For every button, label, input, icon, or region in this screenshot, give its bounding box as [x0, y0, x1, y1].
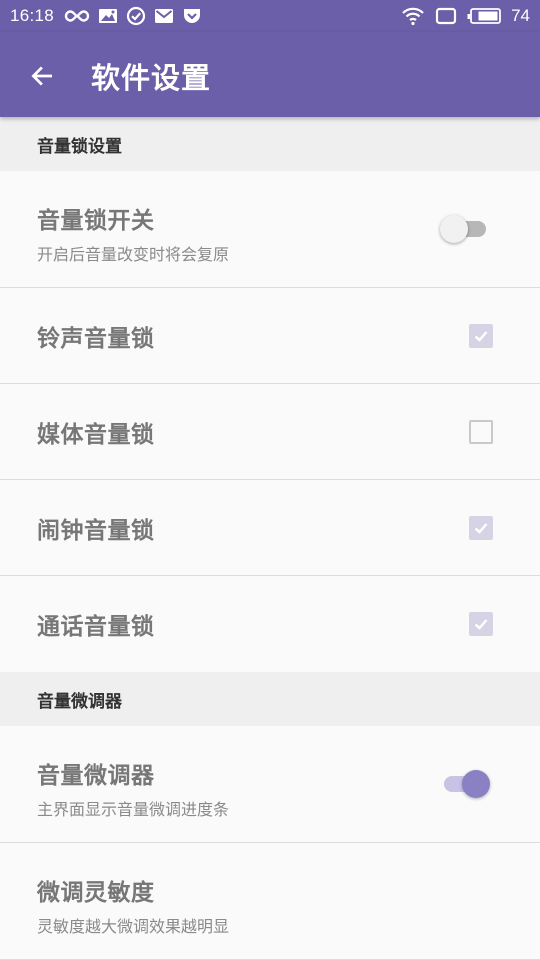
toggle-thumb	[440, 215, 468, 243]
media-lock-checkbox[interactable]	[469, 420, 493, 444]
fine-tuner-toggle[interactable]	[440, 769, 492, 799]
battery-icon	[467, 8, 501, 24]
setting-summary: 灵敏度越大微调效果越明显	[37, 917, 230, 936]
setting-alarm-lock[interactable]: 闹钟音量锁	[0, 480, 540, 576]
volume-lock-toggle[interactable]	[440, 214, 492, 244]
wifi-icon	[402, 7, 424, 26]
section-header-fine-tuner: 音量微调器	[0, 672, 540, 726]
toggle-thumb	[462, 770, 490, 798]
setting-title: 媒体音量锁	[37, 421, 155, 448]
status-time: 16:18	[10, 6, 55, 25]
notification-icons	[64, 6, 202, 26]
status-bar: 16:18 74	[0, 0, 540, 32]
battery-level: 74	[511, 6, 530, 25]
alarm-lock-checkbox[interactable]	[469, 516, 493, 540]
status-right: 74	[401, 0, 530, 32]
setting-title: 微调灵敏度	[37, 880, 155, 906]
setting-title: 闹钟音量锁	[37, 517, 155, 544]
setting-sensitivity[interactable]: 微调灵敏度 灵敏度越大微调效果越明显	[0, 843, 540, 960]
setting-call-lock[interactable]: 通话音量锁	[0, 576, 540, 672]
settings-list: 音量锁设置 音量锁开关 开启后音量改变时将会复原 铃声音量锁 媒体音量锁 闹钟音…	[0, 117, 540, 960]
app-bar: 软件设置	[0, 32, 540, 117]
page-title: 软件设置	[91, 61, 212, 95]
setting-summary: 开启后音量改变时将会复原	[37, 245, 230, 264]
setting-title: 通话音量锁	[37, 614, 155, 640]
mail-icon	[155, 9, 174, 23]
setting-media-lock[interactable]: 媒体音量锁	[0, 384, 540, 480]
checkmark-icon	[474, 523, 488, 534]
pocket-icon	[184, 9, 201, 23]
screen-icon	[435, 7, 457, 25]
checkmark-icon	[474, 619, 488, 630]
image-mail-icon	[99, 9, 118, 23]
setting-fine-tuner[interactable]: 音量微调器 主界面显示音量微调进度条	[0, 726, 540, 843]
infinity-icon	[64, 10, 90, 22]
back-button[interactable]	[22, 56, 62, 96]
setting-volume-lock-switch[interactable]: 音量锁开关 开启后音量改变时将会复原	[0, 171, 540, 288]
setting-ringtone-lock[interactable]: 铃声音量锁	[0, 288, 540, 384]
setting-title: 铃声音量锁	[37, 325, 155, 352]
ringtone-lock-checkbox[interactable]	[469, 324, 493, 348]
section-header-volume-lock: 音量锁设置	[0, 117, 540, 171]
setting-summary: 主界面显示音量微调进度条	[37, 800, 230, 819]
check-circle-icon	[126, 6, 146, 26]
arrow-left-icon	[31, 66, 53, 86]
checkmark-icon	[474, 331, 488, 342]
call-lock-checkbox[interactable]	[469, 612, 493, 636]
